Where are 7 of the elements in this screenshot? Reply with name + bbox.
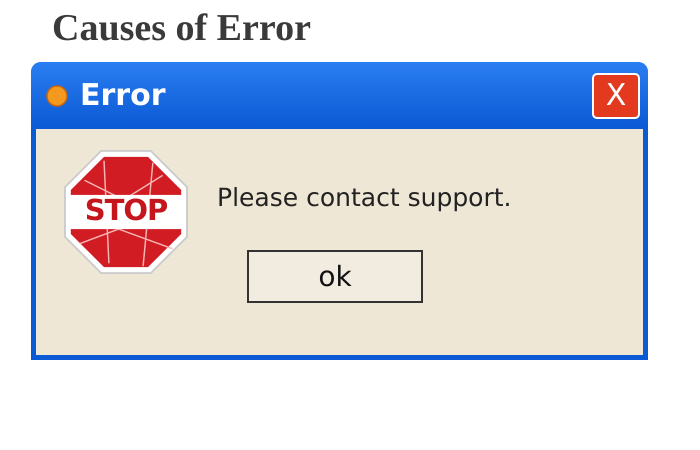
- ok-button[interactable]: ok: [247, 250, 423, 303]
- error-message: Please contact support.: [217, 183, 512, 212]
- status-dot-icon: [46, 84, 68, 106]
- page-heading: Causes of Error: [51, 6, 312, 51]
- close-button[interactable]: X: [592, 72, 640, 118]
- stop-sign-icon: STOP: [63, 149, 189, 275]
- window-title: Error: [80, 78, 166, 113]
